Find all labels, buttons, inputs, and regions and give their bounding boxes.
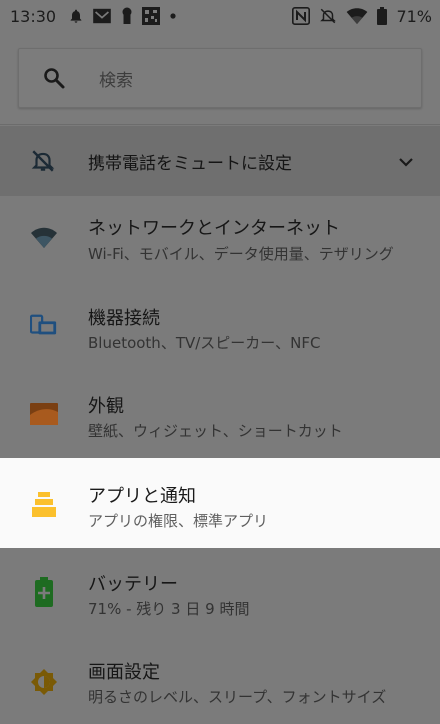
keyhole-icon <box>120 7 134 25</box>
item-title: ネットワークとインターネット <box>88 218 340 239</box>
wifi-icon <box>30 224 58 252</box>
item-title: 機器接続 <box>88 308 160 329</box>
suggestion-card[interactable]: 携帯電話をミュートに設定 <box>0 126 440 196</box>
item-title: アプリと通知 <box>88 486 196 507</box>
item-title: 画面設定 <box>88 662 160 683</box>
mute-bell-icon <box>319 7 337 25</box>
settings-item-connected-devices[interactable]: 機器接続 Bluetooth、TV/スピーカー、NFC <box>0 284 440 372</box>
divider <box>0 124 440 125</box>
item-summary: 71% - 残り 3 日 9 時間 <box>88 600 250 618</box>
nfc-icon <box>292 7 311 25</box>
status-time: 13:30 <box>10 6 57 26</box>
battery-icon <box>30 577 58 607</box>
mail-icon <box>92 8 112 24</box>
brightness-icon <box>30 668 58 696</box>
do-not-disturb-icon <box>30 148 56 174</box>
settings-item-display-appearance[interactable]: 外観 壁紙、ウィジェット、ショートカット <box>0 372 440 460</box>
settings-item-network[interactable]: ネットワークとインターネット Wi-Fi、モバイル、データ使用量、テザリング <box>0 196 440 284</box>
search-icon <box>41 65 67 91</box>
more-dot-icon <box>168 11 178 21</box>
item-summary: Bluetooth、TV/スピーカー、NFC <box>88 334 321 352</box>
bell-icon <box>68 8 84 24</box>
item-summary: 壁紙、ウィジェット、ショートカット <box>88 422 343 440</box>
wallpaper-icon <box>30 400 58 428</box>
battery-status-icon <box>377 7 388 25</box>
item-title: バッテリー <box>88 574 178 595</box>
suggestion-label: 携帯電話をミュートに設定 <box>88 154 292 174</box>
chevron-down-icon[interactable] <box>398 154 414 170</box>
item-summary: アプリの権限、標準アプリ <box>88 512 269 530</box>
settings-item-battery[interactable]: バッテリー 71% - 残り 3 日 9 時間 <box>0 548 440 636</box>
item-title: 外観 <box>88 396 124 417</box>
qr-app-icon <box>142 7 161 25</box>
settings-item-apps-notifications[interactable]: アプリと通知 アプリの権限、標準アプリ <box>0 458 440 548</box>
apps-icon <box>30 490 58 518</box>
system-status-icons: 71% <box>292 0 432 32</box>
settings-item-display[interactable]: 画面設定 明るさのレベル、スリープ、フォントサイズ <box>0 636 440 724</box>
devices-icon <box>30 312 58 340</box>
notification-icons <box>68 7 178 25</box>
wifi-status-icon <box>346 7 368 25</box>
item-summary: Wi-Fi、モバイル、データ使用量、テザリング <box>88 245 394 263</box>
status-bar: 13:30 71% <box>0 0 440 32</box>
search-placeholder: 検索 <box>99 70 133 91</box>
battery-percent: 71% <box>396 6 432 26</box>
search-bar[interactable]: 検索 <box>18 48 422 108</box>
item-summary: 明るさのレベル、スリープ、フォントサイズ <box>88 688 387 706</box>
